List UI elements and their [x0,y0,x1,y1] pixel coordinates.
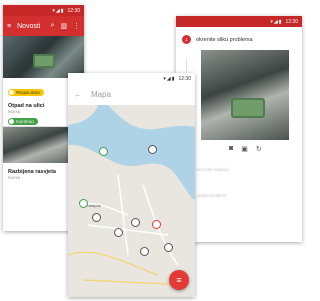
map-screen: ▾◢▮ 12:30 ← Mapa Kampus ≡ [68,73,195,297]
menu-icon[interactable]: ≡ [7,23,11,30]
page-title: Novosti [17,22,41,30]
status-bar: ▾◢▮ 12:30 [3,5,84,16]
sofa-image [33,54,55,68]
photo-actions: ◙ ▣ ↻ [229,145,302,153]
pin-icon[interactable] [152,220,161,229]
pin-icon[interactable] [92,213,101,222]
status-badge-label: PRIJAVLJENO [16,90,40,95]
pin-icon[interactable] [99,147,108,156]
app-bar: ← Mapa [68,84,195,106]
land-mass-north [108,105,195,130]
status-badge-label: RIJEŠENO [16,119,34,124]
map-icon[interactable]: ▥ [60,22,67,30]
step-1[interactable]: 1 okrenite sliku problema [176,32,302,47]
gallery-icon[interactable]: ▣ [241,145,248,153]
map-place-label: Kampus [86,203,101,208]
signal-icons: ▾◢▮ [270,18,283,25]
pin-icon[interactable] [79,199,88,208]
step-number: 1 [182,35,191,44]
rotate-icon[interactable]: ↻ [256,145,262,153]
pin-icon[interactable] [148,145,157,154]
news-card[interactable]: RIJEŠENO [3,108,43,132]
pin-icon[interactable] [140,247,149,256]
back-icon[interactable]: ← [74,90,82,99]
status-badge: RIJEŠENO [8,118,38,125]
status-bar: ▾◢▮ 12:30 [176,16,302,27]
search-icon[interactable]: ⌕ [50,22,54,30]
featured-photo[interactable] [3,36,84,78]
filter-icon: ≡ [176,275,182,285]
status-badge: PRIJAVLJENO [8,89,44,96]
pin-icon[interactable] [131,218,140,227]
signal-icons: ▾◢▮ [163,75,176,82]
pin-icon[interactable] [164,243,173,252]
status-time: 12:30 [67,7,80,14]
pin-icon[interactable] [114,228,123,237]
signal-icons: ▾◢▮ [52,7,65,14]
sofa-image [231,98,265,118]
land-mass-west [68,105,98,125]
step-label: opišite problem [196,193,227,198]
badge-dot [9,119,14,124]
step-label: okrenite sliku problema [196,36,253,43]
filter-button[interactable]: ≡ [169,270,189,290]
status-time: 12:30 [178,75,191,82]
map-view[interactable]: Kampus ≡ [68,105,195,297]
step-label: označite lokaciju [196,167,230,172]
more-icon[interactable]: ⋮ [73,22,80,30]
status-bar: ▾◢▮ 12:30 [68,73,195,84]
problem-photo[interactable] [201,50,289,140]
camera-icon[interactable]: ◙ [229,145,233,153]
status-time: 12:30 [285,18,298,25]
app-bar: ≡ Novosti ⌕ ▥ ⋮ [3,16,84,36]
page-title: Mapa [91,90,112,99]
badge-dot [9,90,14,95]
